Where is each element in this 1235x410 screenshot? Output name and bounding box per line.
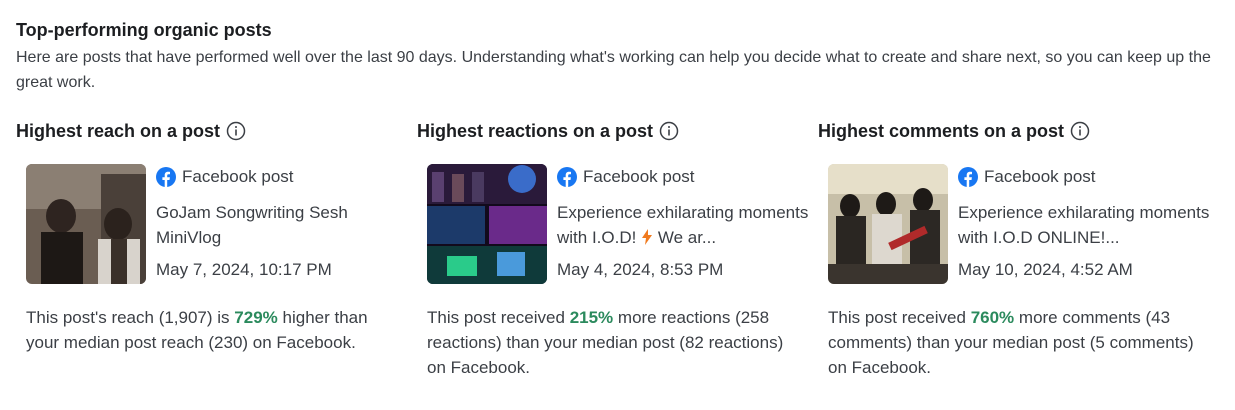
post-meta: Facebook post GoJam Songwriting Sesh Min… [156,164,416,280]
post-text[interactable]: GoJam Songwriting Sesh MiniVlog [156,200,411,250]
column-heading: Highest comments on a post [818,118,1198,144]
highest-comments-column: Highest comments on a post Facebook post… [818,118,1209,380]
stat-prefix: This post's reach (1,907) is [26,308,230,327]
post-source: Facebook post [958,164,1218,190]
post-date: May 10, 2024, 4:52 AM [958,260,1133,279]
post-meta: Facebook post Experience exhilarating mo… [958,164,1218,280]
info-icon[interactable] [659,121,679,141]
column-heading-label: Highest reach on a post [16,120,221,141]
post-source-label: Facebook post [583,167,695,186]
post-text[interactable]: Experience exhilarating moments with I.O… [557,200,812,250]
post-card[interactable]: Facebook post GoJam Songwriting Sesh Min… [26,164,396,289]
stat-percentage: 760% [970,308,1015,327]
post-thumbnail[interactable] [26,164,146,284]
stat-prefix: This post received [427,308,565,327]
post-meta: Facebook post Experience exhilarating mo… [557,164,817,280]
post-stat: This post received 760% more comments (4… [828,305,1198,380]
post-date: May 7, 2024, 10:17 PM [156,260,332,279]
facebook-icon [958,167,978,187]
highest-reach-column: Highest reach on a post Facebook post Go… [16,118,396,355]
column-heading: Highest reactions on a post [417,118,797,144]
lightning-bolt-icon [641,228,658,247]
facebook-icon [557,167,577,187]
section-description: Here are posts that have performed well … [16,49,1211,91]
post-source-label: Facebook post [984,167,1096,186]
post-thumbnail[interactable] [828,164,948,284]
post-text[interactable]: Experience exhilarating moments with I.O… [958,200,1213,250]
post-source: Facebook post [156,164,416,190]
post-date: May 4, 2024, 8:53 PM [557,260,724,279]
stat-prefix: This post received [828,308,966,327]
post-source-label: Facebook post [182,167,294,186]
post-text-tail: We ar... [657,228,717,247]
column-heading: Highest reach on a post [16,118,396,144]
post-stat: This post received 215% more reactions (… [427,305,797,380]
post-thumbnail[interactable] [427,164,547,284]
top-performing-posts-section: Top-performing organic posts Here are po… [0,0,1235,410]
info-icon[interactable] [1070,121,1090,141]
column-heading-label: Highest comments on a post [818,120,1065,141]
post-card[interactable]: Facebook post Experience exhilarating mo… [828,164,1209,289]
section-title: Top-performing organic posts [16,20,272,40]
highest-reactions-column: Highest reactions on a post Facebook pos… [417,118,808,380]
post-source: Facebook post [557,164,817,190]
post-card[interactable]: Facebook post Experience exhilarating mo… [427,164,808,289]
post-stat: This post's reach (1,907) is 729% higher… [26,305,396,355]
info-icon[interactable] [226,121,246,141]
facebook-icon [156,167,176,187]
stat-percentage: 729% [234,308,278,327]
column-heading-label: Highest reactions on a post [417,120,654,141]
stat-percentage: 215% [569,308,614,327]
